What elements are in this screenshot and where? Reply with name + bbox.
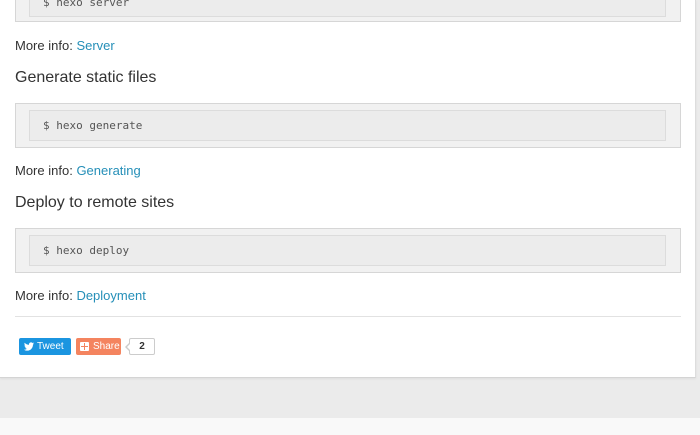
- more-info-generate: More info: Generating: [15, 163, 141, 178]
- more-info-label: More info:: [15, 163, 73, 178]
- footer-strip: [0, 418, 700, 435]
- code-line-server: $ hexo server: [29, 0, 666, 17]
- generating-link[interactable]: Generating: [76, 163, 140, 178]
- more-info-label: More info:: [15, 288, 73, 303]
- more-info-server: More info: Server: [15, 38, 115, 53]
- tweet-button[interactable]: Tweet: [19, 338, 71, 355]
- server-link[interactable]: Server: [76, 38, 114, 53]
- share-count: 2: [125, 338, 155, 355]
- divider: [15, 316, 681, 317]
- twitter-bird-icon: [24, 342, 34, 351]
- heading-deploy: Deploy to remote sites: [15, 194, 175, 211]
- code-block-generate: $ hexo generate: [15, 103, 681, 148]
- article-card: $ hexo server More info: Server Generate…: [0, 0, 696, 378]
- code-block-deploy: $ hexo deploy: [15, 228, 681, 273]
- share-button[interactable]: Share: [76, 338, 121, 355]
- share-label: Share: [93, 341, 120, 352]
- code-line-generate: $ hexo generate: [29, 110, 666, 141]
- plus-box-icon: [80, 342, 89, 351]
- heading-generate: Generate static files: [15, 69, 157, 86]
- tweet-label: Tweet: [37, 341, 64, 352]
- deployment-link[interactable]: Deployment: [76, 288, 145, 303]
- more-info-deploy: More info: Deployment: [15, 288, 146, 303]
- code-line-deploy: $ hexo deploy: [29, 235, 666, 266]
- code-block-server: $ hexo server: [15, 0, 681, 22]
- more-info-label: More info:: [15, 38, 73, 53]
